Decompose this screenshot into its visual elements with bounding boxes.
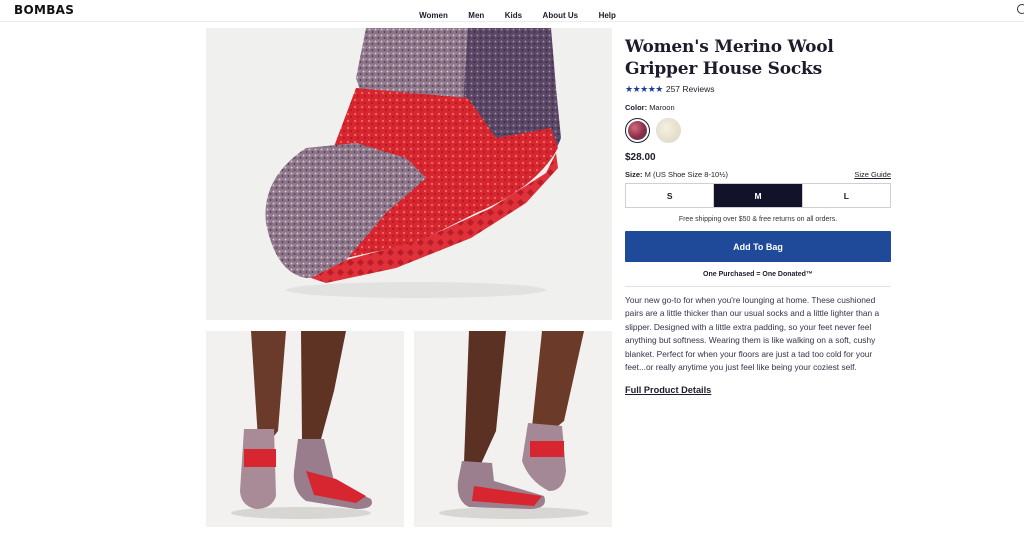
search-icon[interactable] [1017,4,1024,14]
model-walking-socks-image [414,331,612,527]
product-image-thumb-1[interactable] [206,331,404,527]
one-purchased-note: One Purchased = One Donated™ [703,271,813,278]
divider [625,286,891,287]
nav-about-us[interactable]: About Us [543,11,579,20]
color-label-row: Color: Maroon [625,103,891,112]
size-label-row: Size: M (US Shoe Size 8-10½) Size Guide [625,170,891,180]
shipping-note: Free shipping over $50 & free returns on… [678,216,838,223]
product-title: Women's Merino Wool Gripper House Socks [625,37,834,79]
product-description: Your new go-to for when you're lounging … [625,295,880,373]
size-guide-link[interactable]: Size Guide [854,170,891,179]
star-rating-icon: ★★★★★ [625,83,663,94]
site-header: BOMBAS Women Men Kids About Us Help [0,0,1024,22]
nav-men[interactable]: Men [468,11,484,20]
main-nav: Women Men Kids About Us Help [0,5,1024,23]
color-swatches [625,118,891,146]
swatch-maroon[interactable] [625,118,650,143]
nav-women[interactable]: Women [419,11,448,20]
reviews-link[interactable]: 257 Reviews [666,84,715,94]
product-image-thumb-2[interactable] [414,331,612,527]
product-info-panel: Women's Merino Wool Gripper House Socks … [625,36,891,398]
size-option-l[interactable]: L [802,184,890,207]
swatch-cream[interactable] [656,118,681,143]
size-value: M (US Shoe Size 8-10½) [644,170,728,179]
color-label: Color: [625,103,648,112]
model-wearing-socks-image [206,331,404,527]
size-label: Size: [625,170,643,179]
product-price: $28.00 [625,152,656,163]
size-option-s[interactable]: S [626,184,715,207]
rating-row: ★★★★★ 257 Reviews [625,83,891,95]
product-image-main[interactable] [206,28,612,320]
size-option-m[interactable]: M [714,184,803,207]
sock-closeup-image [206,28,612,320]
color-value: Maroon [649,103,675,112]
size-selector: S M L [625,183,891,208]
nav-help[interactable]: Help [599,11,616,20]
nav-kids[interactable]: Kids [505,11,522,20]
full-product-details-link[interactable]: Full Product Details [625,385,711,395]
add-to-bag-button[interactable]: Add To Bag [625,231,891,262]
